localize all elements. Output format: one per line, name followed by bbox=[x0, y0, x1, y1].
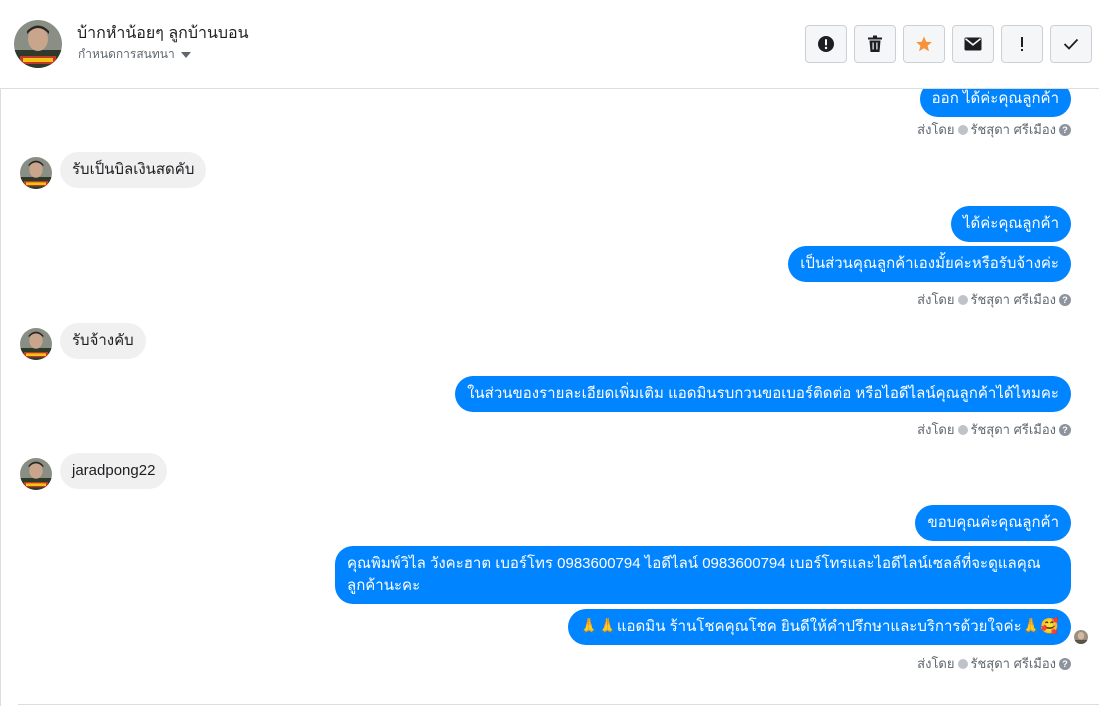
outgoing-message: 🙏🙏แอดมิน ร้านโชคคุณโชค ยินดีให้คำปรึกษาแ… bbox=[567, 609, 1071, 645]
exclamation-icon bbox=[1021, 37, 1023, 51]
sent-check-icon bbox=[957, 658, 968, 669]
help-icon[interactable]: ? bbox=[1059, 657, 1071, 670]
sender-avatar bbox=[20, 328, 52, 360]
sent-check-icon bbox=[957, 424, 968, 435]
sent-by-label: ส่งโดย รัชสุดา ศรีเมือง ? bbox=[917, 119, 1071, 140]
check-icon bbox=[1063, 38, 1079, 50]
spam-button[interactable] bbox=[1001, 25, 1043, 63]
outgoing-message: เป็นส่วนคุณลูกค้าเองมั้ยค่ะหรือรับจ้างค่… bbox=[788, 246, 1071, 282]
sent-by-label: ส่งโดย รัชสุดา ศรีเมือง ? bbox=[917, 419, 1071, 440]
star-icon bbox=[916, 36, 932, 52]
report-button[interactable] bbox=[805, 25, 847, 63]
delete-button[interactable] bbox=[854, 25, 896, 63]
help-icon[interactable]: ? bbox=[1059, 423, 1071, 436]
header-actions bbox=[805, 25, 1092, 63]
sent-by-label: ส่งโดย รัชสุดา ศรีเมือง ? bbox=[917, 289, 1071, 310]
trash-icon bbox=[868, 35, 882, 52]
contact-avatar[interactable] bbox=[14, 20, 62, 68]
incoming-message: รับเป็นบิลเงินสดคับ bbox=[60, 152, 207, 188]
conversation-schedule-dropdown[interactable]: กำหนดการสนทนา bbox=[78, 45, 191, 64]
sender-avatar bbox=[20, 458, 52, 490]
star-button[interactable] bbox=[903, 25, 945, 63]
incoming-message: รับจ้างคับ bbox=[60, 323, 146, 359]
contact-name: บ้ากหำน้อยๆ ลูกบ้านบอน bbox=[77, 25, 249, 42]
envelope-icon bbox=[964, 37, 982, 51]
outgoing-message: คุณพิมพ์วิไล วังคะฮาต เบอร์โทร 098360079… bbox=[335, 546, 1071, 604]
sent-by-label: ส่งโดย รัชสุดา ศรีเมือง ? bbox=[917, 653, 1071, 674]
seen-avatar bbox=[1074, 630, 1088, 644]
outgoing-message: ขอบคุณค่ะคุณลูกค้า bbox=[915, 505, 1071, 541]
mark-unread-button[interactable] bbox=[952, 25, 994, 63]
conversation-header: บ้ากหำน้อยๆ ลูกบ้านบอน กำหนดการสนทนา bbox=[0, 0, 1099, 89]
help-icon[interactable]: ? bbox=[1059, 123, 1071, 136]
incoming-message: jaradpong22 bbox=[60, 453, 168, 489]
outgoing-message: ออก ได้ค่ะคุณลูกค้า bbox=[919, 89, 1071, 117]
sender-avatar bbox=[20, 157, 52, 189]
sent-check-icon bbox=[957, 124, 968, 135]
outgoing-message: ในส่วนของรายละเอียดเพิ่มเติม แอดมินรบกวน… bbox=[455, 376, 1071, 412]
mark-done-button[interactable] bbox=[1050, 25, 1092, 63]
schedule-label: กำหนดการสนทนา bbox=[78, 47, 175, 61]
outgoing-message: ได้ค่ะคุณลูกค้า bbox=[950, 206, 1071, 242]
composer-divider bbox=[18, 704, 1099, 705]
caret-down-icon bbox=[180, 52, 191, 58]
help-icon[interactable]: ? bbox=[1059, 293, 1071, 306]
alert-circle-icon bbox=[818, 36, 834, 52]
message-thread[interactable]: ออก ได้ค่ะคุณลูกค้า ส่งโดย รัชสุดา ศรีเม… bbox=[0, 89, 1099, 704]
sent-check-icon bbox=[957, 294, 968, 305]
